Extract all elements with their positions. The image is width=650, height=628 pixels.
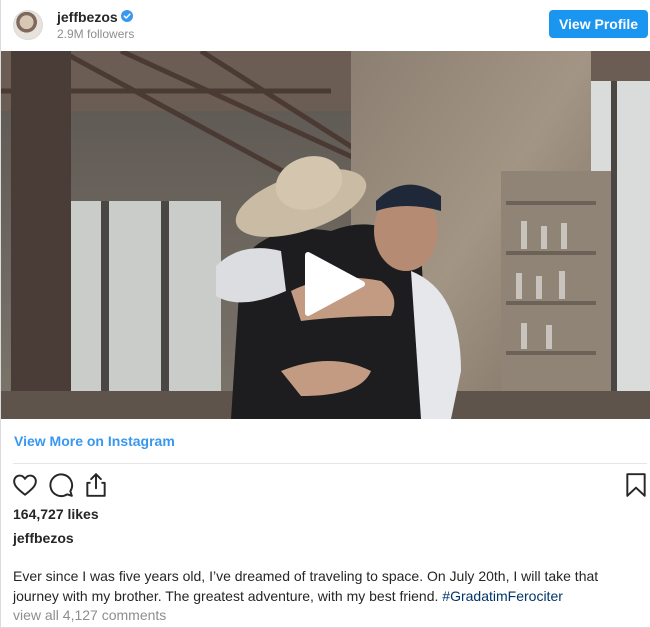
divider: [13, 463, 647, 464]
avatar[interactable]: [13, 10, 43, 40]
video-player[interactable]: [1, 51, 650, 419]
post-caption: Ever since I was five years old, I’ve dr…: [13, 566, 643, 606]
verified-badge-icon: [121, 10, 133, 22]
comment-icon[interactable]: [48, 472, 74, 498]
username[interactable]: jeffbezos: [57, 9, 118, 25]
caption-username[interactable]: jeffbezos: [13, 530, 74, 546]
bookmark-icon[interactable]: [623, 472, 649, 498]
share-icon[interactable]: [83, 472, 109, 498]
post-header: jeffbezos 2.9M followers View Profile: [1, 0, 650, 50]
view-more-on-instagram-link[interactable]: View More on Instagram: [14, 433, 175, 449]
like-count[interactable]: 164,727 likes: [13, 506, 99, 522]
heart-icon[interactable]: [12, 472, 38, 498]
hashtag-link[interactable]: #GradatimFerociter: [442, 588, 563, 604]
view-profile-button[interactable]: View Profile: [549, 10, 648, 38]
instagram-embed: jeffbezos 2.9M followers View Profile Vi…: [0, 0, 650, 628]
play-icon[interactable]: [300, 251, 366, 317]
view-all-comments-link[interactable]: view all 4,127 comments: [13, 607, 166, 623]
follower-count: 2.9M followers: [57, 27, 135, 41]
video-frame: [1, 51, 650, 419]
